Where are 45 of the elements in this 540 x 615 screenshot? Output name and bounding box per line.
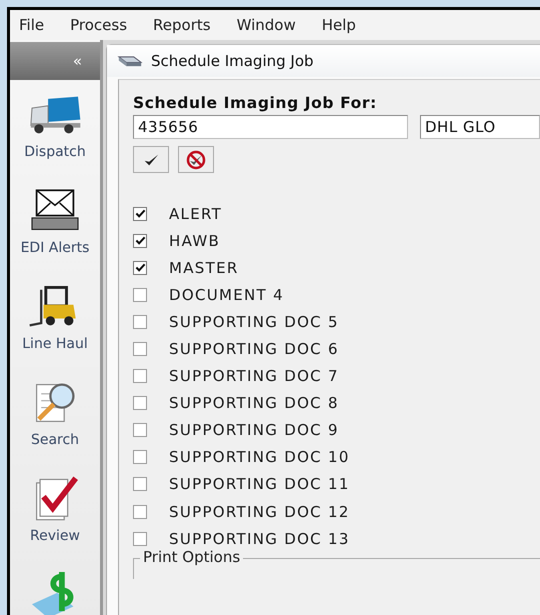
checkbox-label: SUPPORTING DOC 7: [169, 367, 339, 386]
sidebar-label[interactable]: Dispatch: [24, 144, 86, 160]
checkbox-label: ALERT: [169, 204, 222, 223]
sidebar-label[interactable]: Search: [30, 432, 80, 448]
checkbox[interactable]: [133, 477, 147, 492]
checkbox-label: SUPPORTING DOC 8: [169, 394, 339, 412]
checkbox-label: MASTER: [169, 258, 239, 277]
company-field[interactable]: DHL GLO: [420, 115, 540, 139]
form-heading: Schedule Imaging Job For:: [133, 94, 378, 112]
checkbox-label: SUPPORTING DOC 6: [169, 340, 339, 358]
checkbox[interactable]: [133, 288, 147, 302]
menu-item[interactable]: Reports: [153, 16, 211, 34]
checkbox[interactable]: [133, 396, 147, 410]
menu-item[interactable]: File: [19, 16, 44, 34]
checkbox-label: DOCUMENT 4: [169, 286, 284, 304]
checkbox[interactable]: [133, 423, 147, 438]
checkbox[interactable]: [133, 260, 147, 275]
prohibited-check-icon: [186, 150, 206, 170]
checkbox-label: SUPPORTING DOC 11: [169, 475, 350, 494]
checkbox[interactable]: [133, 450, 147, 464]
checkbox[interactable]: [133, 369, 147, 384]
checkbox-label: SUPPORTING DOC 9: [169, 421, 339, 440]
menu-item[interactable]: Process: [70, 16, 128, 34]
checkbox[interactable]: [133, 314, 147, 329]
checkbox[interactable]: [133, 342, 147, 356]
checkbox[interactable]: [133, 532, 147, 546]
checkbox-label: SUPPORTING DOC 13: [169, 530, 350, 548]
menu-item[interactable]: Help: [322, 16, 356, 34]
confirm-button[interactable]: [133, 146, 169, 173]
sidebar-label[interactable]: Line Haul: [22, 336, 88, 352]
sidebar-label[interactable]: EDI Alerts: [20, 240, 90, 256]
checkbox[interactable]: [133, 234, 147, 248]
checkbox-label: HAWB: [169, 232, 220, 250]
checkbox[interactable]: [133, 504, 147, 519]
job-number-field[interactable]: 435656: [133, 115, 408, 139]
cancel-button[interactable]: [178, 146, 214, 173]
group-legend: Print Options: [140, 548, 244, 566]
checkbox-label: SUPPORTING DOC 12: [169, 502, 350, 521]
checkbox-label: SUPPORTING DOC 5: [169, 312, 339, 331]
menu-item[interactable]: Window: [236, 16, 296, 34]
window-title: Schedule Imaging Job: [151, 52, 314, 70]
checkbox-label: SUPPORTING DOC 10: [169, 448, 350, 466]
sidebar-label[interactable]: Review: [30, 528, 80, 544]
collapse-button[interactable]: «: [72, 52, 82, 70]
checkbox[interactable]: [133, 206, 147, 221]
